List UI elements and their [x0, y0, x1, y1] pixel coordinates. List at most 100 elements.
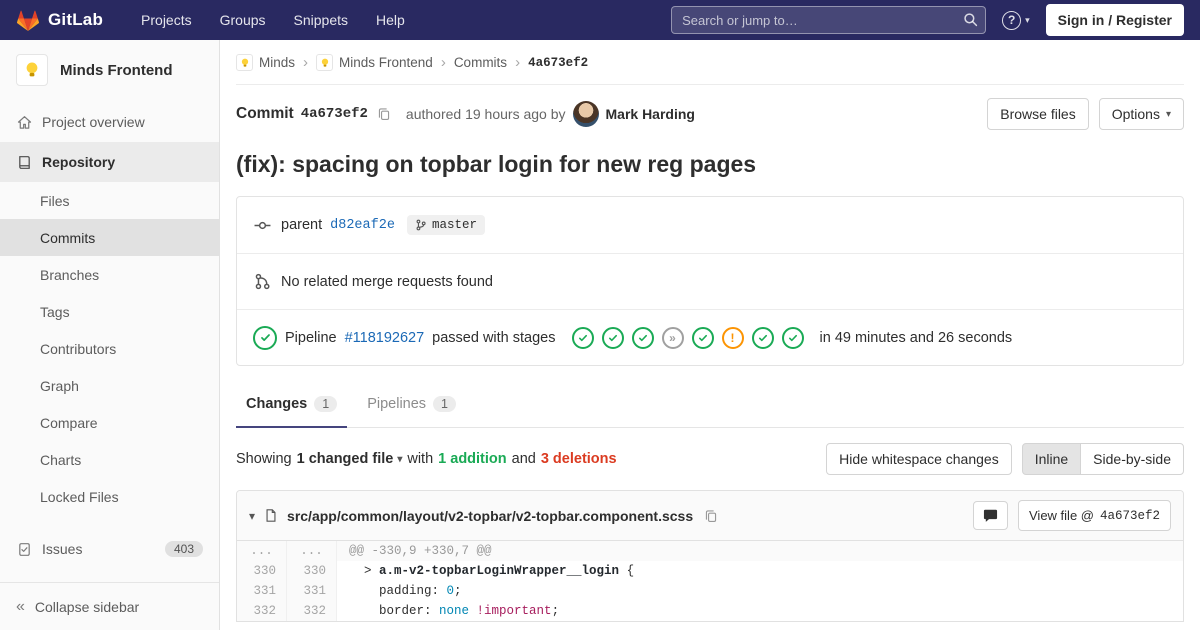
diff-code[interactable]: > a.m-v2-topbarLoginWrapper__login { — [337, 561, 1183, 581]
repository-icon — [16, 154, 32, 170]
diff-line-number-new[interactable]: 332 — [287, 601, 337, 621]
pipeline-stage-passed-icon[interactable] — [751, 326, 774, 349]
copy-sha-button[interactable] — [377, 107, 391, 121]
showing-label: Showing — [236, 451, 292, 467]
breadcrumb-separator-icon: › — [303, 54, 309, 71]
navbar-link-help[interactable]: Help — [376, 12, 405, 28]
branch-ref[interactable]: master — [406, 215, 485, 235]
pipeline-stage-passed-icon[interactable] — [571, 326, 594, 349]
view-file-label: View file @ — [1029, 508, 1094, 523]
sidebar-item-files[interactable]: Files — [0, 182, 219, 219]
pipeline-stage-passed-icon[interactable] — [601, 326, 624, 349]
help-menu[interactable]: ? ▾ — [1002, 10, 1030, 30]
breadcrumb-item-commits[interactable]: Commits — [454, 55, 507, 70]
breadcrumb-label: Commits — [453, 55, 508, 70]
help-icon: ? — [1002, 10, 1022, 30]
diff-line-number-old[interactable]: ... — [237, 541, 287, 561]
navbar-links: Projects Groups Snippets Help — [141, 12, 405, 28]
parent-sha-link[interactable]: d82eaf2e — [330, 218, 395, 233]
commit-actions: Browse files Options ▾ — [987, 98, 1184, 130]
chevron-down-icon: ▾ — [1025, 14, 1030, 25]
breadcrumb-item-minds[interactable]: Minds — [236, 54, 295, 71]
diff-line-number-old[interactable]: 331 — [237, 581, 287, 601]
pipeline-stage-warning-icon[interactable]: ! — [721, 326, 744, 349]
collapse-diff-icon[interactable]: ▾ — [249, 509, 255, 523]
sidebar-item-repository[interactable]: Repository — [0, 142, 219, 182]
sidebar-item-graph[interactable]: Graph — [0, 367, 219, 404]
authored-text: authored 19 hours ago by — [405, 106, 566, 122]
project-header[interactable]: Minds Frontend — [0, 40, 219, 102]
group-avatar-icon — [316, 54, 334, 71]
comment-button[interactable] — [973, 501, 1008, 530]
view-file-button[interactable]: View file @ 4a673ef2 — [1018, 500, 1171, 531]
sidebar-item-branches[interactable]: Branches — [0, 256, 219, 293]
diff-line-number-old[interactable]: 332 — [237, 601, 287, 621]
breadcrumb-label: 4a673ef2 — [528, 55, 589, 70]
pipeline-label: Pipeline — [285, 329, 337, 346]
chevron-down-icon: ▾ — [397, 453, 403, 465]
sidebar-item-contributors[interactable]: Contributors — [0, 330, 219, 367]
pipeline-stage-passed-icon[interactable] — [691, 326, 714, 349]
sidebar-item-charts[interactable]: Charts — [0, 441, 219, 478]
copy-path-button[interactable] — [704, 509, 718, 523]
diff-line-number-new[interactable]: 331 — [287, 581, 337, 601]
sidebar-item-label: Repository — [42, 154, 116, 170]
group-avatar-icon — [236, 54, 253, 71]
hide-whitespace-button[interactable]: Hide whitespace changes — [826, 443, 1012, 475]
pipeline-stage-skipped-icon[interactable]: » — [661, 326, 684, 349]
breadcrumb-item-4a673ef2: 4a673ef2 — [528, 56, 588, 70]
gitlab-logo[interactable]: GitLab — [16, 8, 103, 32]
diff-line-number-new[interactable]: 330 — [287, 561, 337, 581]
sign-in-button[interactable]: Sign in / Register — [1045, 4, 1184, 36]
pipeline-stage-passed-icon[interactable] — [781, 326, 804, 349]
project-avatar-icon — [16, 54, 48, 86]
author-avatar[interactable] — [572, 101, 599, 127]
double-chevron-left-icon: « — [16, 597, 25, 615]
browse-files-button[interactable]: Browse files — [987, 98, 1089, 130]
diff-line-number-new[interactable]: ... — [287, 541, 337, 561]
search-box[interactable] — [671, 6, 987, 34]
breadcrumb-item-minds-frontend[interactable]: Minds Frontend — [316, 54, 433, 71]
sidebar-item-issues[interactable]: Issues 403 — [0, 529, 219, 569]
diff-line-number-old[interactable]: 330 — [237, 561, 287, 581]
collapse-sidebar-button[interactable]: « Collapse sidebar — [0, 582, 219, 630]
file-path[interactable]: src/app/common/layout/v2-topbar/v2-topba… — [287, 508, 693, 524]
home-icon — [16, 114, 32, 130]
author-name-link[interactable]: Mark Harding — [606, 106, 695, 122]
sidebar-item-project-overview[interactable]: Project overview — [0, 102, 219, 142]
search-input[interactable] — [671, 6, 987, 34]
tab-label: Pipelines — [367, 396, 427, 412]
diff-hunk-row: ...... @@ -330,9 +330,7 @@ — [237, 541, 1183, 561]
side-by-side-view-button[interactable]: Side-by-side — [1080, 443, 1184, 475]
diff-line: 330 330 > a.m-v2-topbarLoginWrapper__logi… — [237, 561, 1183, 581]
commit-info-box: parent d82eaf2e master No related merge … — [236, 196, 1184, 366]
file-icon — [264, 508, 278, 523]
navbar-link-groups[interactable]: Groups — [220, 12, 266, 28]
tab-changes[interactable]: Changes 1 — [236, 382, 348, 428]
sidebar-item-tags[interactable]: Tags — [0, 293, 219, 330]
with-label: with — [407, 451, 434, 467]
pipeline-status-passed-icon[interactable] — [253, 325, 277, 350]
sidebar-item-commits[interactable]: Commits — [0, 219, 219, 256]
changed-files-dropdown[interactable]: 1 changed file ▾ — [297, 451, 403, 467]
deletions-count: 3 deletions — [540, 451, 617, 467]
breadcrumb-label: Minds — [259, 55, 296, 70]
diff-code[interactable]: border: none !important; — [337, 601, 1183, 621]
diff-code[interactable]: padding: 0; — [337, 581, 1183, 601]
parent-row: parent d82eaf2e master — [237, 197, 1183, 253]
navbar-link-projects[interactable]: Projects — [141, 12, 192, 28]
diff-summary-row: Showing 1 changed file ▾ with 1 addition… — [236, 428, 1184, 490]
options-dropdown-button[interactable]: Options ▾ — [1098, 98, 1184, 130]
navbar-link-snippets[interactable]: Snippets — [294, 12, 348, 28]
sidebar-item-locked-files[interactable]: Locked Files — [0, 478, 219, 515]
diff-file: ▾ src/app/common/layout/v2-topbar/v2-top… — [236, 490, 1184, 622]
pipeline-status-text: passed with stages — [432, 329, 556, 346]
pipeline-stage-passed-icon[interactable] — [631, 326, 654, 349]
sidebar-item-compare[interactable]: Compare — [0, 404, 219, 441]
view-file-sha: 4a673ef2 — [1099, 508, 1160, 523]
tab-pipelines[interactable]: Pipelines 1 — [357, 382, 466, 428]
tab-count-badge: 1 — [314, 396, 338, 412]
inline-view-button[interactable]: Inline — [1021, 443, 1082, 475]
issues-count-badge: 403 — [164, 541, 203, 557]
pipeline-link[interactable]: #118192627 — [345, 330, 425, 346]
